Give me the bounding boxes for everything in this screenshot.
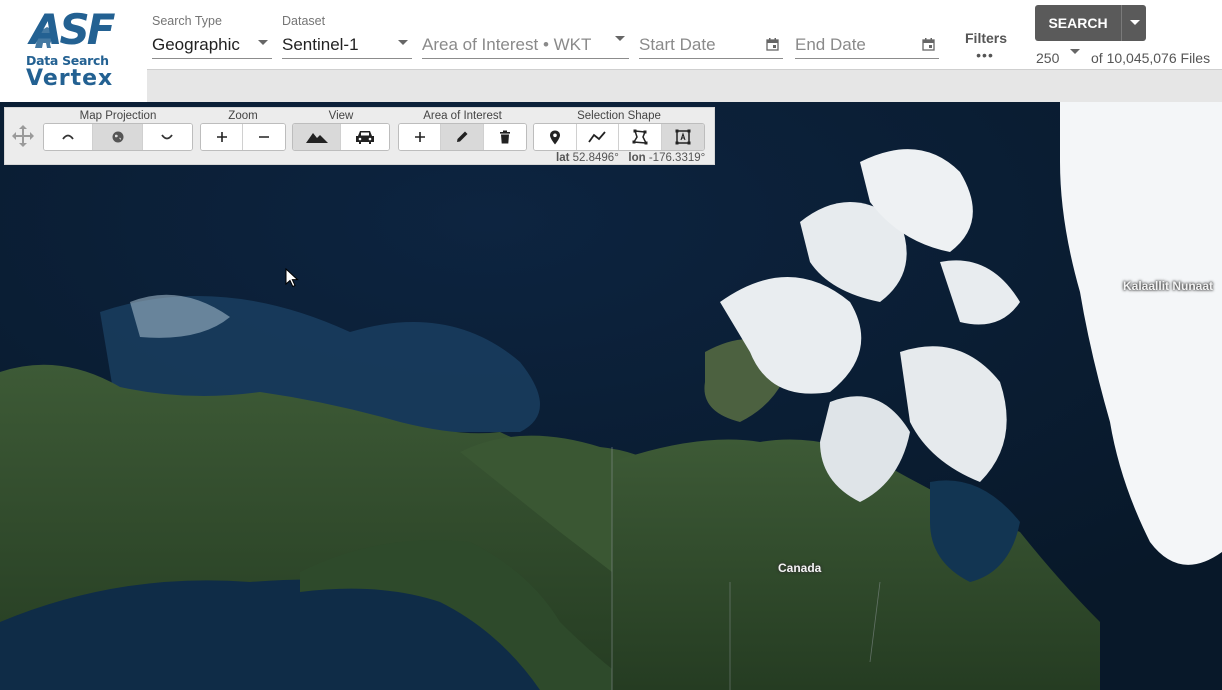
aoi-placeholder: Area of Interest • WKT — [422, 35, 592, 54]
mountain-icon — [305, 133, 328, 143]
map-controls-toolbar: Map Projection Zoom View Area of Interes… — [4, 107, 715, 165]
files-count: of 10,045,076 Files — [1091, 50, 1211, 66]
logo-asf-text: ASF — [30, 5, 115, 54]
search-type-select[interactable]: Search Type Geographic — [152, 0, 272, 62]
lon-label: lon — [628, 152, 646, 164]
map-label-greenland: Kalaallit Nunaat — [1123, 279, 1214, 293]
dataset-select[interactable]: Dataset Sentinel-1 — [282, 0, 412, 62]
calendar-icon[interactable] — [922, 38, 935, 51]
map-projection-label: Map Projection — [79, 110, 157, 122]
street-view-button[interactable] — [341, 124, 389, 150]
search-type-label: Search Type — [152, 14, 222, 28]
end-date-input[interactable]: End Date — [795, 0, 939, 62]
satellite-view-button[interactable] — [293, 124, 342, 150]
point-shape-button[interactable] — [534, 124, 577, 150]
filters-label: Filters — [965, 30, 1008, 46]
antarctic-projection-button[interactable] — [142, 124, 192, 150]
aoi-underline — [422, 58, 629, 59]
max-results-select[interactable]: 250 — [1036, 50, 1059, 66]
dataset-value: Sentinel-1 — [282, 35, 359, 54]
aoi-clear-button[interactable] — [483, 124, 526, 150]
lon-value: -176.3319° — [648, 152, 706, 164]
zoom-in-button[interactable] — [201, 124, 244, 150]
view-group — [292, 123, 390, 151]
lat-value: 52.8496° — [572, 152, 619, 164]
end-date-placeholder: End Date — [795, 35, 866, 54]
car-icon — [356, 131, 374, 144]
map-canvas[interactable]: Kalaallit Nunaat Canada — [0, 102, 1222, 690]
coordinates-readout: lat 52.8496° lon -176.3319° — [556, 152, 705, 164]
arctic-projection-button[interactable] — [44, 124, 94, 150]
line-icon — [588, 131, 606, 143]
line-shape-button[interactable] — [576, 124, 619, 150]
aoi-add-button[interactable] — [399, 124, 442, 150]
chevron-down-icon — [398, 40, 408, 45]
box-shape-button[interactable] — [661, 124, 704, 150]
chevron-down-icon[interactable] — [615, 36, 625, 41]
selection-shape-label: Selection Shape — [577, 110, 661, 122]
map-pin-icon — [549, 130, 560, 144]
aoi-draw-button[interactable] — [441, 124, 484, 150]
box-icon — [675, 129, 691, 145]
area-of-interest-label: Area of Interest — [423, 110, 502, 122]
search-options-dropdown[interactable] — [1121, 5, 1146, 41]
start-date-placeholder: Start Date — [639, 35, 716, 54]
zoom-group — [200, 123, 286, 151]
map-projection-group — [43, 123, 193, 151]
search-button[interactable]: SEARCH — [1035, 5, 1121, 41]
dataset-underline — [282, 58, 412, 59]
top-bar: ASF Data Search Vertex Search Type Geogr… — [0, 0, 1222, 102]
plus-icon — [414, 132, 425, 142]
search-type-underline — [152, 58, 272, 59]
selection-shape-group — [533, 123, 705, 151]
view-label: View — [328, 110, 354, 122]
arctic-projection-icon — [62, 134, 74, 140]
globe-projection-button[interactable] — [93, 124, 143, 150]
polygon-shape-button[interactable] — [619, 124, 662, 150]
plus-icon — [216, 132, 227, 142]
pencil-icon — [457, 131, 468, 142]
minus-icon — [259, 136, 269, 138]
move-icon[interactable] — [11, 124, 35, 148]
zoom-out-button[interactable] — [243, 124, 285, 150]
chevron-down-icon — [258, 40, 268, 45]
satellite-imagery — [0, 102, 1222, 690]
zoom-label: Zoom — [228, 110, 258, 122]
asf-logo[interactable]: ASF Data Search Vertex — [0, 0, 147, 102]
logo-vertex-text: Vertex — [26, 66, 114, 91]
chevron-down-icon[interactable] — [1070, 49, 1080, 54]
more-dots-icon: ••• — [976, 47, 994, 63]
mouse-pointer-icon — [285, 268, 299, 288]
map-label-canada: Canada — [778, 561, 822, 575]
filters-button[interactable]: Filters ••• — [965, 30, 1008, 63]
lat-label: lat — [556, 152, 570, 164]
start-date-underline — [639, 58, 783, 59]
polygon-icon — [632, 129, 648, 145]
search-type-value: Geographic — [152, 35, 240, 54]
globe-icon — [112, 131, 124, 143]
start-date-input[interactable]: Start Date — [639, 0, 783, 62]
aoi-group — [398, 123, 527, 151]
aoi-input[interactable]: Area of Interest • WKT — [422, 0, 629, 62]
dataset-label: Dataset — [282, 14, 326, 28]
calendar-icon[interactable] — [766, 38, 779, 51]
trash-icon — [499, 130, 510, 144]
end-date-underline — [795, 58, 939, 59]
antarctic-projection-icon — [161, 134, 174, 140]
